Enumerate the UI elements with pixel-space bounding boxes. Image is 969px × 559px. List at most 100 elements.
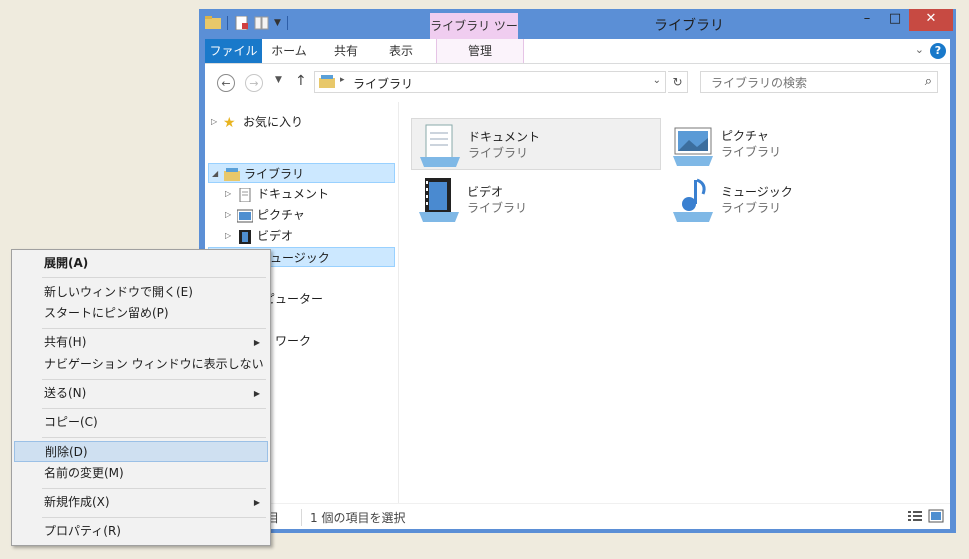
menu-separator <box>42 488 266 489</box>
tab-manage[interactable]: 管理 <box>436 39 524 63</box>
library-tile-videos[interactable]: ビデオ ライブラリ <box>411 174 661 226</box>
expand-arrow-icon[interactable]: ▷ <box>225 226 235 246</box>
new-folder-icon[interactable] <box>254 16 270 30</box>
quick-access-toolbar: ▼ <box>205 16 290 30</box>
customize-toolbar-icon[interactable]: ▼ <box>274 18 281 28</box>
document-library-icon <box>420 124 460 167</box>
submenu-arrow-icon: ▶ <box>253 338 260 347</box>
tree-item-videos[interactable]: ▷ ビデオ <box>225 226 293 246</box>
menu-item-delete[interactable]: 削除(D) <box>14 441 268 462</box>
menu-separator <box>42 437 266 438</box>
tree-label: ドキュメント <box>257 187 330 201</box>
expand-ribbon-icon[interactable]: ⌄ <box>915 43 924 56</box>
library-tile-pictures[interactable]: ピクチャ ライブラリ <box>665 118 915 170</box>
tile-name: ビデオ <box>467 185 504 199</box>
tile-name: ドキュメント <box>468 130 541 144</box>
tree-item-pictures[interactable]: ▷ ピクチャ <box>225 205 305 225</box>
maximize-button[interactable]: □ <box>881 9 909 31</box>
menu-item-rename[interactable]: 名前の変更(M) <box>14 463 268 484</box>
menu-item-copy[interactable]: コピー(C) <box>14 412 268 433</box>
address-dropdown-icon[interactable]: ⌄ <box>653 75 661 86</box>
tab-share[interactable]: 共有 <box>327 39 365 63</box>
folder-icon[interactable] <box>205 16 221 30</box>
menu-separator <box>42 328 266 329</box>
title-bar[interactable]: ▼ ライブラリ ツール ライブラリ – □ ✕ <box>199 9 956 59</box>
up-button[interactable]: ↑ <box>295 73 307 89</box>
tab-file[interactable]: ファイル <box>205 39 262 63</box>
tile-subtitle: ライブラリ <box>721 201 782 215</box>
tree-item-libraries[interactable]: ◢ ライブラリ <box>208 163 395 183</box>
expand-arrow-icon[interactable]: ▷ <box>211 112 221 132</box>
menu-item-new[interactable]: 新規作成(X) ▶ <box>14 492 268 513</box>
tile-subtitle: ライブラリ <box>721 145 782 159</box>
properties-icon[interactable] <box>234 16 250 30</box>
tree-item-network[interactable]: ワーク <box>275 331 311 351</box>
menu-item-hide-in-nav[interactable]: ナビゲーション ウィンドウに表示しない <box>14 354 268 375</box>
minimize-button[interactable]: – <box>853 9 881 31</box>
help-icon[interactable]: ? <box>930 43 946 59</box>
tree-item-computer[interactable]: ピューター <box>263 289 323 309</box>
menu-separator <box>42 379 266 380</box>
menu-label: 送る(N) <box>44 386 87 400</box>
refresh-button[interactable]: ↻ <box>668 71 688 93</box>
address-box[interactable]: ▸ ライブラリ ⌄ <box>314 71 666 93</box>
submenu-arrow-icon: ▶ <box>253 498 260 507</box>
context-menu: 展開(A) 新しいウィンドウで開く(E) スタートにピン留め(P) 共有(H) ▶… <box>11 249 271 546</box>
menu-item-send-to[interactable]: 送る(N) ▶ <box>14 383 268 404</box>
forward-button[interactable]: → <box>245 74 263 92</box>
library-tile-documents[interactable]: ドキュメント ライブラリ <box>411 118 661 170</box>
address-bar: ← → ▼ ↑ ▸ ライブラリ ⌄ ↻ ⌕ <box>205 64 950 102</box>
menu-separator <box>42 517 266 518</box>
breadcrumb[interactable]: ライブラリ <box>353 75 413 92</box>
picture-icon <box>237 209 253 222</box>
picture-library-icon <box>673 127 713 166</box>
search-input[interactable] <box>709 74 913 92</box>
menu-separator <box>42 277 266 278</box>
tree-label: ピクチャ <box>257 208 305 222</box>
ribbon-tabs: ファイル ホーム 共有 表示 管理 ⌄ ? <box>205 39 950 64</box>
breadcrumb-chevron-icon[interactable]: ▸ <box>340 75 345 85</box>
submenu-arrow-icon: ▶ <box>253 389 260 398</box>
large-icons-view-icon[interactable] <box>928 509 944 523</box>
video-icon <box>239 229 251 244</box>
menu-item-properties[interactable]: プロパティ(R) <box>14 521 268 542</box>
tree-item-documents[interactable]: ▷ ドキュメント <box>225 184 329 204</box>
tree-item-favorites[interactable]: ▷ ★ お気に入り <box>211 112 391 132</box>
tile-subtitle: ライブラリ <box>467 201 528 215</box>
menu-separator <box>42 408 266 409</box>
collapse-arrow-icon[interactable]: ◢ <box>212 164 222 184</box>
search-icon[interactable]: ⌕ <box>925 74 932 89</box>
library-tile-music[interactable]: ミュージック ライブラリ <box>665 174 915 226</box>
star-icon: ★ <box>223 114 236 131</box>
menu-item-share[interactable]: 共有(H) ▶ <box>14 332 268 353</box>
selection-count: 1 個の項目を選択 <box>301 509 405 526</box>
tab-view[interactable]: 表示 <box>381 39 421 63</box>
menu-label: 共有(H) <box>44 335 87 349</box>
tile-subtitle: ライブラリ <box>468 146 529 160</box>
menu-item-open-new-window[interactable]: 新しいウィンドウで開く(E) <box>14 282 268 303</box>
tree-label: お気に入り <box>243 115 304 129</box>
music-library-icon <box>673 178 713 222</box>
tree-label: ビデオ <box>257 229 294 243</box>
content-pane: ドキュメント ライブラリ ピクチャ ライブラリ ビデオ ライブラリ ミュージック… <box>399 102 950 503</box>
menu-label: 新規作成(X) <box>44 495 110 509</box>
back-button[interactable]: ← <box>217 74 235 92</box>
library-icon <box>319 75 335 88</box>
recent-locations-icon[interactable]: ▼ <box>275 75 282 85</box>
context-tab-header: ライブラリ ツール <box>430 13 518 59</box>
expand-arrow-icon[interactable]: ▷ <box>225 184 235 204</box>
tab-home[interactable]: ホーム <box>267 39 311 63</box>
details-view-icon[interactable] <box>907 509 923 523</box>
tile-name: ピクチャ <box>721 129 769 143</box>
tile-name: ミュージック <box>721 185 793 199</box>
document-icon <box>239 187 251 202</box>
tree-label: ワーク <box>275 334 312 348</box>
menu-item-pin-to-start[interactable]: スタートにピン留め(P) <box>14 303 268 324</box>
explorer-window: ▼ ライブラリ ツール ライブラリ – □ ✕ ファイル ホーム 共有 表示 管… <box>199 9 956 533</box>
video-library-icon <box>419 178 459 222</box>
expand-arrow-icon[interactable]: ▷ <box>225 205 235 225</box>
library-icon <box>224 167 240 181</box>
close-button[interactable]: ✕ <box>909 9 953 31</box>
menu-item-expand[interactable]: 展開(A) <box>14 253 268 274</box>
search-box: ⌕ <box>700 71 938 93</box>
